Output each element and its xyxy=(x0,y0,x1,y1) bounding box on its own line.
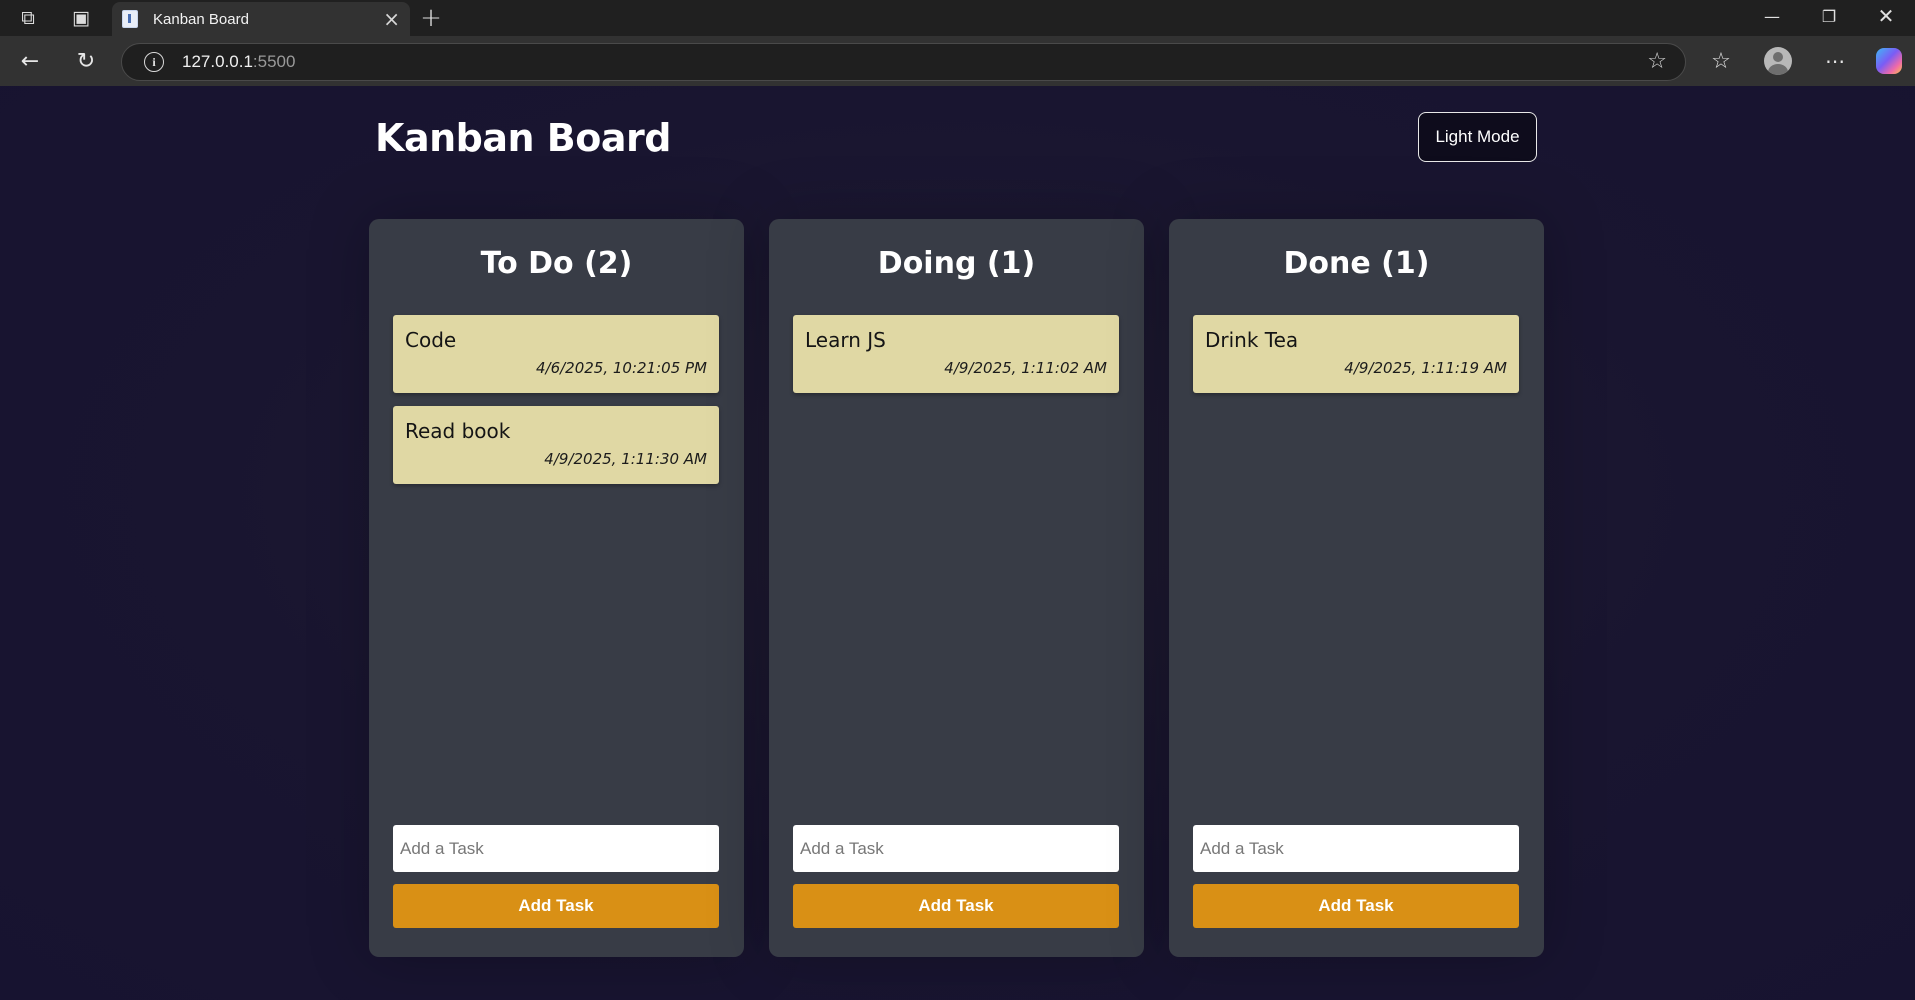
task-date: 4/9/2025, 1:11:30 AM xyxy=(544,450,707,468)
task-card[interactable]: Read book 4/9/2025, 1:11:30 AM xyxy=(393,406,719,484)
column-title: Doing1 xyxy=(769,246,1144,281)
address-bar[interactable]: i 127.0.0.1 :5500 ☆ xyxy=(121,43,1686,81)
column-count: 1 xyxy=(1371,246,1430,281)
url-host: 127.0.0.1 xyxy=(182,52,253,71)
url-port: :5500 xyxy=(252,52,296,71)
add-task-button[interactable]: Add Task xyxy=(393,884,719,928)
column-title-text: Done xyxy=(1283,246,1371,281)
tab-title: Kanban Board xyxy=(153,10,249,28)
column-title: To Do2 xyxy=(369,246,744,281)
close-window-button[interactable]: ✕ xyxy=(1857,0,1915,32)
favorites-icon[interactable]: ☆ xyxy=(1703,44,1739,78)
add-task-input[interactable] xyxy=(1193,825,1519,872)
task-name: Learn JS xyxy=(805,328,886,352)
site-info-icon[interactable]: i xyxy=(144,52,164,72)
card-list: Drink Tea 4/9/2025, 1:11:19 AM xyxy=(1193,315,1519,406)
restore-window-button[interactable]: ❐ xyxy=(1800,0,1858,32)
card-list: Learn JS 4/9/2025, 1:11:02 AM xyxy=(793,315,1119,406)
new-tab-button[interactable]: + xyxy=(412,0,450,36)
column-title-text: Doing xyxy=(877,246,977,281)
add-task-button[interactable]: Add Task xyxy=(1193,884,1519,928)
card-list: Code 4/6/2025, 10:21:05 PM Read book 4/9… xyxy=(393,315,719,497)
task-date: 4/9/2025, 1:11:02 AM xyxy=(944,359,1107,377)
task-name: Read book xyxy=(405,419,511,443)
browser-tab-strip: ⧉ ▣ Kanban Board × + — ❐ ✕ xyxy=(0,0,1915,36)
task-card[interactable]: Drink Tea 4/9/2025, 1:11:19 AM xyxy=(1193,315,1519,393)
refresh-icon[interactable]: ↻ xyxy=(68,44,104,78)
column-title-text: To Do xyxy=(480,246,574,281)
copilot-icon[interactable] xyxy=(1876,48,1902,74)
task-card[interactable]: Code 4/6/2025, 10:21:05 PM xyxy=(393,315,719,393)
kanban-page: Kanban Board Light Mode To Do2 Code 4/6/… xyxy=(0,86,1915,1000)
more-options-icon[interactable]: ⋯ xyxy=(1817,44,1853,78)
column-doing[interactable]: Doing1 Learn JS 4/9/2025, 1:11:02 AM Add… xyxy=(769,219,1144,957)
page-title: Kanban Board xyxy=(375,116,671,160)
add-task-input[interactable] xyxy=(793,825,1119,872)
page-favicon-icon xyxy=(122,10,138,28)
light-mode-toggle-button[interactable]: Light Mode xyxy=(1418,112,1537,162)
column-title: Done1 xyxy=(1169,246,1544,281)
task-date: 4/9/2025, 1:11:19 AM xyxy=(1344,359,1507,377)
minimize-window-button[interactable]: — xyxy=(1743,0,1801,32)
profile-avatar[interactable] xyxy=(1764,47,1792,75)
back-arrow-icon[interactable]: ← xyxy=(12,44,48,78)
close-tab-icon[interactable]: × xyxy=(383,9,400,29)
task-date: 4/6/2025, 10:21:05 PM xyxy=(535,359,707,377)
task-card[interactable]: Learn JS 4/9/2025, 1:11:02 AM xyxy=(793,315,1119,393)
workspaces-icon[interactable]: ⧉ xyxy=(6,0,50,36)
browser-tab[interactable]: Kanban Board × xyxy=(112,2,410,36)
add-task-button[interactable]: Add Task xyxy=(793,884,1119,928)
column-done[interactable]: Done1 Drink Tea 4/9/2025, 1:11:19 AM Add… xyxy=(1169,219,1544,957)
favorite-star-icon[interactable]: ☆ xyxy=(1647,49,1667,74)
browser-toolbar: ← ↻ i 127.0.0.1 :5500 ☆ ☆ ⋯ xyxy=(0,36,1915,86)
column-count: 1 xyxy=(976,246,1035,281)
column-todo[interactable]: To Do2 Code 4/6/2025, 10:21:05 PM Read b… xyxy=(369,219,744,957)
task-name: Drink Tea xyxy=(1205,328,1299,352)
add-task-input[interactable] xyxy=(393,825,719,872)
task-name: Code xyxy=(405,328,457,352)
tab-actions-icon[interactable]: ▣ xyxy=(59,0,103,36)
column-count: 2 xyxy=(574,246,633,281)
